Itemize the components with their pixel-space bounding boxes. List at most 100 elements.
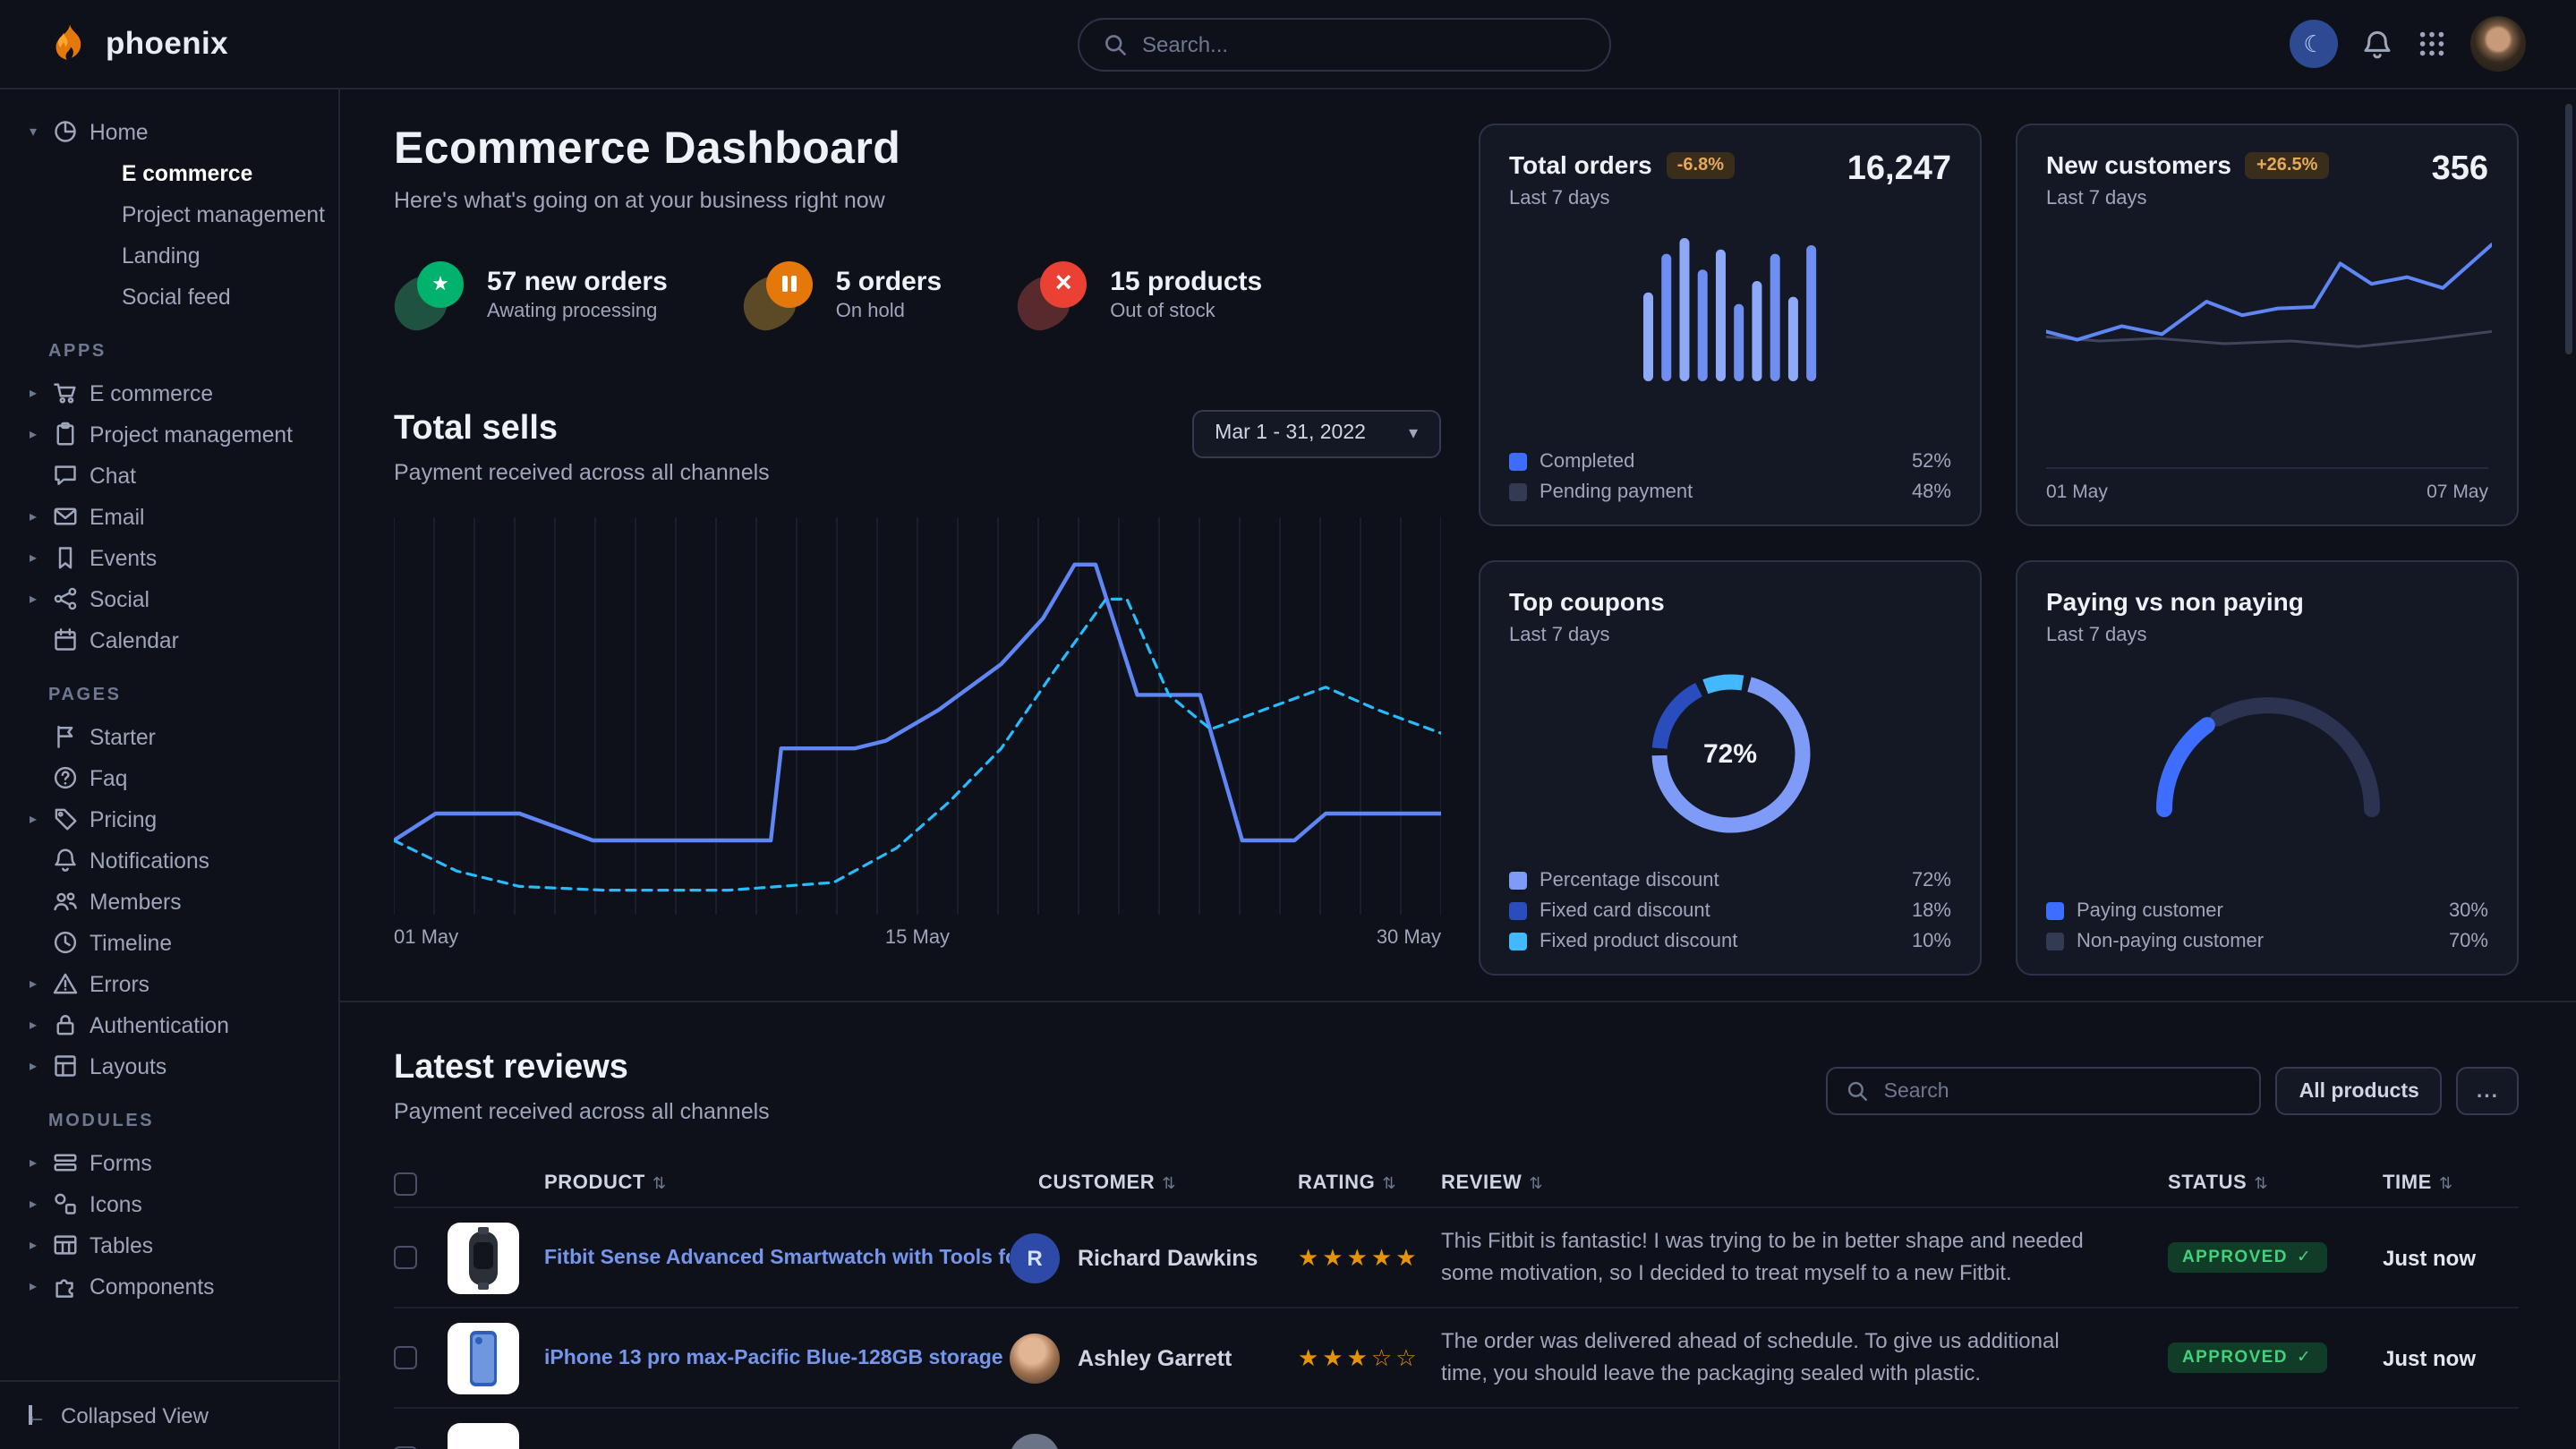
sidebar-item-label: Notifications: [90, 848, 209, 873]
reviews-search[interactable]: [1827, 1067, 2262, 1115]
sidebar-item-starter[interactable]: Starter: [0, 716, 338, 757]
select-all-checkbox[interactable]: [394, 1172, 417, 1195]
total-orders-card: Total orders -6.8% Last 7 days 16,247 Co…: [1479, 124, 1982, 526]
column-header-customer[interactable]: CUSTOMER⇅: [1010, 1172, 1298, 1194]
sidebar-item-notifications[interactable]: Notifications: [0, 840, 338, 881]
clipboard-icon: [52, 421, 79, 447]
star-icon: ★: [417, 261, 464, 308]
navbar-search[interactable]: [1078, 18, 1611, 72]
sidebar-item-landing[interactable]: Landing: [0, 234, 338, 276]
latest-reviews-section: Latest reviews Payment received across a…: [340, 1002, 2576, 1449]
layout-icon: [52, 1053, 79, 1079]
stat-value: 5 orders: [836, 268, 942, 298]
user-avatar[interactable]: [2470, 16, 2526, 72]
search-icon: [1103, 32, 1128, 57]
review-time: Just now: [2381, 1245, 2519, 1270]
product-link[interactable]: iPhone 13 pro max-Pacific Blue-128GB sto…: [544, 1347, 1003, 1368]
theme-toggle-button[interactable]: ☾: [2290, 20, 2338, 68]
sidebar-item-project-management[interactable]: ▸Project management: [0, 413, 338, 455]
sidebar-item-members[interactable]: Members: [0, 881, 338, 922]
reviews-subtitle: Payment received across all channels: [394, 1099, 770, 1124]
caret-right-icon: ▸: [25, 426, 41, 442]
sidebar-item-forms[interactable]: ▸Forms: [0, 1142, 338, 1183]
more-options-button[interactable]: ...: [2457, 1067, 2519, 1115]
question-icon: [52, 764, 79, 791]
row-checkbox[interactable]: [394, 1346, 417, 1369]
reviews-actions: All products ...: [1827, 1067, 2519, 1115]
sidebar-item-home[interactable]: ▾Home: [0, 111, 338, 152]
column-header-review[interactable]: REVIEW⇅: [1441, 1172, 2157, 1194]
app-root: phoenix ☾ ▾HomeE commerceProject managem…: [0, 0, 2576, 1449]
sidebar-item-calendar[interactable]: Calendar: [0, 619, 338, 661]
row-checkbox[interactable]: [394, 1246, 417, 1269]
sidebar-item-faq[interactable]: Faq: [0, 757, 338, 798]
sidebar-item-social-feed[interactable]: Social feed: [0, 276, 338, 317]
screen: phoenix ☾ ▾HomeE commerceProject managem…: [0, 0, 2576, 1449]
stat-caption: Awating processing: [487, 302, 668, 323]
stat-text: 57 new ordersAwating processing: [487, 268, 668, 323]
card-title: Paying vs non paying: [2046, 587, 2304, 616]
paying-vs-nonpaying-card: Paying vs non paying Last 7 days Paying …: [2016, 560, 2519, 976]
navbar-actions: ☾: [2290, 16, 2576, 72]
total-sells-chart: [394, 517, 1441, 915]
customer-avatar: [1010, 1433, 1060, 1449]
layout: ▾HomeE commerceProject managementLanding…: [0, 89, 2576, 1449]
sidebar-item-icons[interactable]: ▸Icons: [0, 1183, 338, 1224]
x-axis-label: 30 May: [1377, 927, 1441, 949]
sidebar-item-components[interactable]: ▸Components: [0, 1266, 338, 1307]
sidebar-item-tables[interactable]: ▸Tables: [0, 1224, 338, 1266]
puzzle-icon: [52, 1273, 79, 1300]
reviews-title: Latest reviews: [394, 1049, 770, 1088]
legend-value: 72%: [1912, 870, 1951, 891]
sidebar-item-e-commerce[interactable]: E commerce: [0, 152, 338, 193]
sidebar-item-timeline[interactable]: Timeline: [0, 922, 338, 963]
reviews-search-input[interactable]: [1884, 1080, 2242, 1102]
column-header-time[interactable]: TIME⇅: [2381, 1172, 2519, 1194]
sidebar-item-email[interactable]: ▸Email: [0, 496, 338, 537]
legend-value: 10%: [1912, 931, 1951, 952]
column-header-product[interactable]: PRODUCT⇅: [448, 1172, 1010, 1194]
new-customers-value: 356: [2432, 150, 2488, 190]
sidebar-item-project-management[interactable]: Project management: [0, 193, 338, 234]
search-icon: [1847, 1079, 1870, 1103]
column-header-rating[interactable]: RATING⇅: [1298, 1172, 1441, 1194]
product-link[interactable]: Fitbit Sense Advanced Smartwatch with To…: [544, 1247, 1010, 1268]
all-products-button[interactable]: All products: [2276, 1067, 2443, 1115]
sidebar-nav: ▾HomeE commerceProject managementLanding…: [0, 111, 338, 1307]
paying-gauge-chart: [2133, 675, 2401, 825]
column-header-status[interactable]: STATUS⇅: [2157, 1172, 2381, 1194]
notifications-button[interactable]: [2361, 28, 2393, 60]
sidebar-item-label: Faq: [90, 765, 127, 790]
sidebar-item-events[interactable]: ▸Events: [0, 537, 338, 578]
card-title: Total orders: [1509, 150, 1652, 179]
sidebar-item-authentication[interactable]: ▸Authentication: [0, 1004, 338, 1045]
collapse-label: Collapsed View: [61, 1402, 209, 1428]
total-sells-header: Total sells Payment received across all …: [394, 410, 1441, 485]
brand[interactable]: phoenix: [0, 21, 228, 66]
date-range-select[interactable]: Mar 1 - 31, 2022 ▾: [1191, 410, 1441, 458]
collapse-sidebar-toggle[interactable]: ← Collapsed View: [0, 1379, 338, 1449]
sidebar-item-pricing[interactable]: ▸Pricing: [0, 798, 338, 840]
navbar-search-input[interactable]: [1142, 32, 1586, 57]
sidebar-item-chat[interactable]: Chat: [0, 455, 338, 496]
sidebar-item-social[interactable]: ▸Social: [0, 578, 338, 619]
legend-value: 30%: [2449, 900, 2488, 922]
sidebar-item-layouts[interactable]: ▸Layouts: [0, 1045, 338, 1087]
total-orders-legend: Completed52%Pending payment48%: [1509, 451, 1951, 503]
bookmark-icon: [52, 544, 79, 571]
envelope-icon: [52, 503, 79, 530]
sidebar-section-heading-apps: APPS: [48, 342, 338, 362]
legend-item-pending-payment: Pending payment48%: [1509, 482, 1951, 503]
page-scrollbar[interactable]: [2565, 104, 2572, 354]
pause-icon: [766, 261, 813, 308]
sidebar-item-e-commerce[interactable]: ▸E commerce: [0, 372, 338, 413]
order-stats-row: ★ 57 new ordersAwating processing 5 orders…: [394, 260, 1441, 331]
check-icon: ✓: [2297, 1248, 2312, 1267]
check-icon: ✓: [2297, 1348, 2312, 1368]
sidebar-item-errors[interactable]: ▸Errors: [0, 963, 338, 1004]
legend-item-fixed-card-discount: Fixed card discount18%: [1509, 900, 1951, 922]
card-period: Last 7 days: [1509, 188, 1735, 209]
apps-grid-button[interactable]: [2417, 29, 2447, 59]
table-row: iPhone 13 pro max-Pacific Blue-128GB sto…: [394, 1307, 2519, 1407]
x-axis-label: 01 May: [394, 927, 458, 949]
